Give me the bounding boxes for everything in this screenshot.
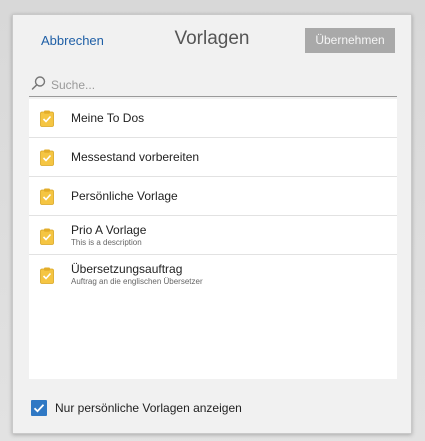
cancel-button[interactable]: Abbrechen xyxy=(41,33,104,48)
template-item-messestand[interactable]: Messestand vorbereiten xyxy=(29,138,397,177)
search-icon xyxy=(31,76,46,90)
filter-footer: Nur persönliche Vorlagen anzeigen xyxy=(29,399,397,419)
template-title: Meine To Dos xyxy=(71,111,145,125)
template-description: Auftrag an die englischen Übersetzer xyxy=(71,277,203,286)
clipboard-icon xyxy=(40,228,54,245)
template-list: Meine To Dos Messestand vorbereiten Pers… xyxy=(29,99,397,379)
checkmark-icon xyxy=(33,404,45,413)
template-item-uebersetzungsauftrag[interactable]: Übersetzungsauftrag Auftrag an die engli… xyxy=(29,255,397,294)
clipboard-icon xyxy=(40,149,54,166)
templates-dialog: Abbrechen Vorlagen Übernehmen Meine To D… xyxy=(12,14,412,434)
personal-templates-checkbox[interactable] xyxy=(31,400,47,416)
personal-templates-label[interactable]: Nur persönliche Vorlagen anzeigen xyxy=(55,401,242,415)
template-title: Persönliche Vorlage xyxy=(71,189,178,203)
template-description: This is a description xyxy=(71,238,142,247)
apply-button[interactable]: Übernehmen xyxy=(305,28,395,53)
search-input[interactable] xyxy=(49,73,393,97)
dialog-header: Abbrechen Vorlagen Übernehmen xyxy=(13,15,411,65)
template-item-meine-to-dos[interactable]: Meine To Dos xyxy=(29,99,397,138)
clipboard-icon xyxy=(40,188,54,205)
template-title: Prio A Vorlage xyxy=(71,223,147,237)
template-title: Übersetzungsauftrag xyxy=(71,262,183,276)
template-item-prio-a-vorlage[interactable]: Prio A Vorlage This is a description xyxy=(29,216,397,255)
clipboard-icon xyxy=(40,267,54,284)
template-title: Messestand vorbereiten xyxy=(71,150,200,164)
clipboard-icon xyxy=(40,110,54,127)
template-item-persoenliche-vorlage[interactable]: Persönliche Vorlage xyxy=(29,177,397,216)
search-bar xyxy=(29,73,397,97)
